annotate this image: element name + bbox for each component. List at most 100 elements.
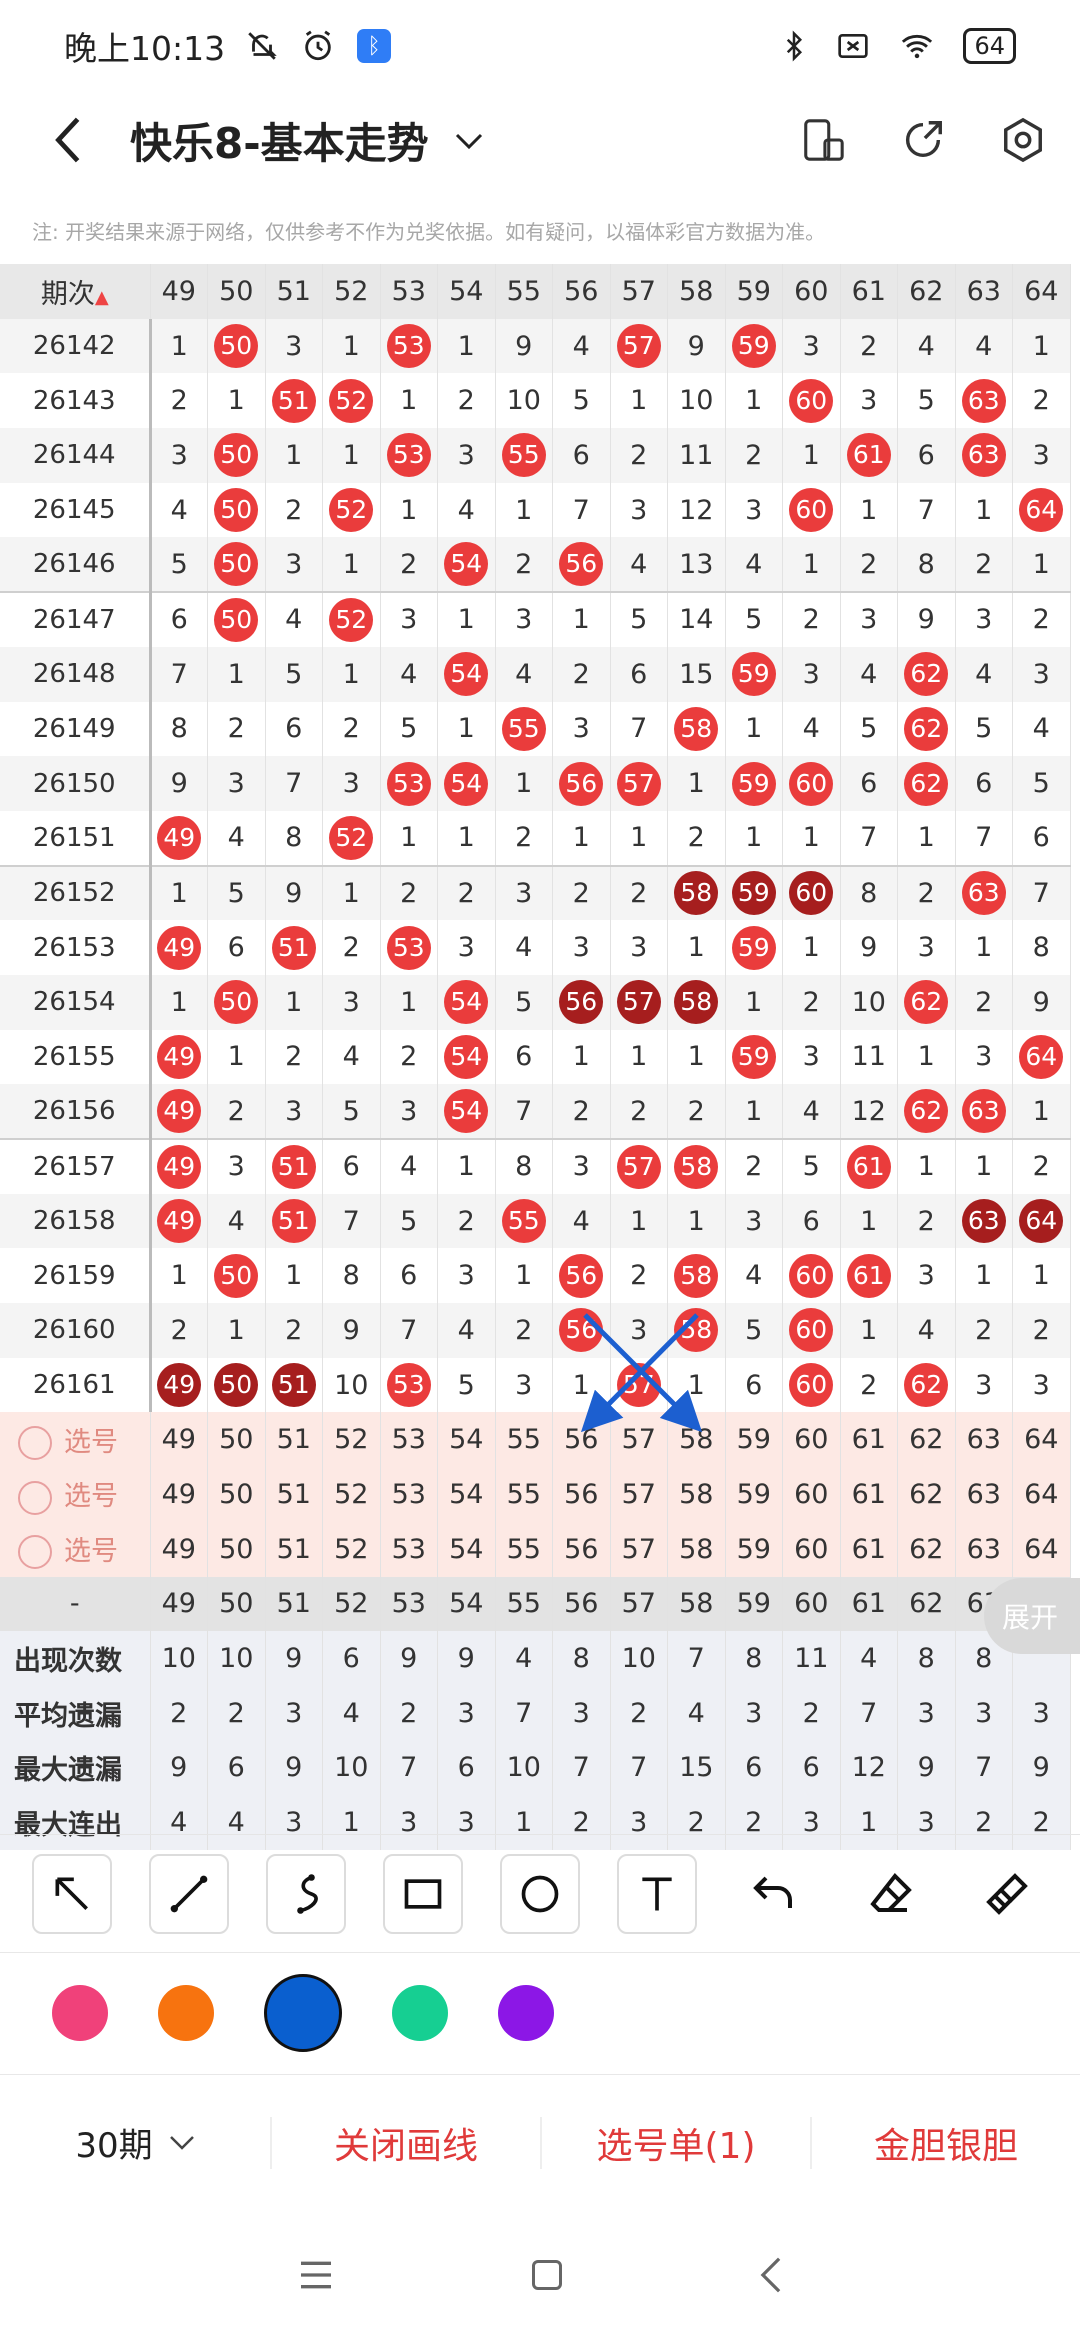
hit-ball: 50 — [214, 488, 259, 533]
select-number-cell[interactable]: 49 — [150, 1412, 208, 1468]
number-cell: 2 — [265, 1303, 323, 1358]
number-cell: 3 — [610, 1303, 668, 1358]
select-number-cell[interactable]: 55 — [495, 1412, 553, 1468]
share-icon[interactable] — [900, 117, 946, 163]
number-cell: 3 — [380, 591, 438, 647]
select-row-label[interactable]: 选号 — [0, 1467, 151, 1522]
number-cell: 11 — [667, 428, 726, 483]
period-header[interactable]: 期次▲ — [0, 264, 151, 319]
expand-button[interactable]: 展开 — [984, 1578, 1080, 1654]
select-number-cell[interactable]: 52 — [322, 1467, 381, 1522]
table-row: 26161 49 50 51 10 53 5 3 1 57 1 6 60 2 62 3 3 — [0, 1357, 1071, 1413]
select-number-cell[interactable]: 56 — [552, 1467, 611, 1522]
select-number-cell[interactable]: 55 — [495, 1467, 553, 1522]
select-number-cell[interactable]: 62 — [897, 1467, 956, 1522]
select-number-cell[interactable]: 55 — [495, 1521, 553, 1577]
tool-circle[interactable] — [499, 1853, 580, 1934]
settings-icon[interactable] — [1000, 117, 1046, 163]
number-cell: 1 — [667, 1193, 726, 1249]
color-purple[interactable] — [498, 1984, 554, 2041]
select-number-cell[interactable]: 54 — [437, 1521, 496, 1577]
select-number-cell[interactable]: 59 — [725, 1521, 783, 1577]
color-orange[interactable] — [158, 1984, 214, 2041]
tool-curve[interactable] — [266, 1853, 347, 1934]
tool-undo[interactable] — [734, 1854, 814, 1934]
select-number-cell[interactable]: 59 — [725, 1412, 783, 1468]
select-number-cell[interactable]: 61 — [840, 1521, 898, 1577]
select-number-cell[interactable]: 63 — [955, 1412, 1013, 1468]
stat-value: 6 — [322, 1631, 381, 1686]
page-title[interactable]: 快乐8-基本走势 — [130, 110, 429, 171]
hit-ball: 54 — [444, 761, 489, 806]
back-button[interactable] — [20, 92, 116, 188]
select-number-cell[interactable]: 53 — [380, 1412, 438, 1468]
select-number-cell[interactable]: 50 — [207, 1467, 266, 1522]
select-number-cell[interactable]: 51 — [265, 1467, 323, 1522]
select-number-cell[interactable]: 59 — [725, 1467, 783, 1522]
select-number-cell[interactable]: 50 — [207, 1412, 266, 1468]
select-number-cell[interactable]: 53 — [380, 1467, 438, 1522]
number-cell: 2 — [1012, 1138, 1071, 1194]
select-number-cell[interactable]: 64 — [1012, 1521, 1071, 1577]
tool-text[interactable] — [616, 1853, 697, 1934]
number-cell: 3 — [322, 756, 381, 811]
select-list-button[interactable]: 选号单(1) — [540, 2116, 810, 2169]
select-number-cell[interactable]: 57 — [610, 1412, 668, 1468]
radio-circle-icon[interactable] — [18, 1535, 52, 1570]
select-number-cell[interactable]: 54 — [437, 1412, 496, 1468]
rotate-screen-icon[interactable] — [800, 117, 846, 163]
select-number-cell[interactable]: 54 — [437, 1467, 496, 1522]
select-number-cell[interactable]: 49 — [150, 1521, 208, 1577]
select-number-cell[interactable]: 57 — [610, 1467, 668, 1522]
tool-rectangle[interactable] — [383, 1853, 464, 1934]
select-number-cell[interactable]: 50 — [207, 1521, 266, 1577]
select-number-cell[interactable]: 62 — [897, 1521, 956, 1577]
tool-eraser[interactable] — [851, 1854, 931, 1934]
select-number-cell[interactable]: 60 — [782, 1521, 841, 1577]
select-row-label[interactable]: 选号 — [0, 1412, 151, 1468]
select-number-cell[interactable]: 52 — [322, 1521, 381, 1577]
select-number-cell[interactable]: 61 — [840, 1467, 898, 1522]
hit-ball: 56 — [559, 1253, 604, 1298]
color-pink[interactable] — [52, 1984, 108, 2041]
axis-number: 51 — [265, 1576, 323, 1632]
select-number-cell[interactable]: 49 — [150, 1467, 208, 1522]
chevron-down-icon[interactable] — [455, 123, 483, 158]
select-number-cell[interactable]: 64 — [1012, 1467, 1071, 1522]
select-number-cell[interactable]: 61 — [840, 1412, 898, 1468]
select-number-cell[interactable]: 60 — [782, 1412, 841, 1468]
select-number-cell[interactable]: 58 — [667, 1412, 726, 1468]
gold-silver-button[interactable]: 金胆银胆 — [810, 2116, 1080, 2169]
period-selector[interactable]: 30期 — [0, 2118, 270, 2167]
select-number-cell[interactable]: 63 — [955, 1467, 1013, 1522]
select-number-cell[interactable]: 52 — [322, 1412, 381, 1468]
home-square-icon[interactable] — [529, 2257, 565, 2293]
radio-circle-icon[interactable] — [18, 1480, 52, 1515]
select-number-cell[interactable]: 51 — [265, 1521, 323, 1577]
select-row-label[interactable]: 选号 — [0, 1521, 151, 1577]
number-cell: 3 — [840, 591, 898, 647]
select-number-cell[interactable]: 58 — [667, 1467, 726, 1522]
select-number-cell[interactable]: 56 — [552, 1412, 611, 1468]
select-number-cell[interactable]: 64 — [1012, 1412, 1071, 1468]
menu-icon[interactable] — [296, 2258, 336, 2292]
tool-clear[interactable] — [967, 1854, 1047, 1934]
hit-ball: 52 — [329, 815, 374, 860]
tool-arrow[interactable] — [32, 1853, 113, 1934]
color-green[interactable] — [392, 1984, 448, 2041]
select-number-cell[interactable]: 58 — [667, 1521, 726, 1577]
stat-value: 10 — [150, 1631, 208, 1686]
nav-back-icon[interactable] — [758, 2255, 784, 2295]
select-number-cell[interactable]: 60 — [782, 1467, 841, 1522]
select-number-cell[interactable]: 62 — [897, 1412, 956, 1468]
select-number-cell[interactable]: 63 — [955, 1521, 1013, 1577]
select-number-cell[interactable]: 53 — [380, 1521, 438, 1577]
radio-circle-icon[interactable] — [18, 1426, 52, 1461]
number-cell: 14 — [667, 591, 726, 647]
select-number-cell[interactable]: 51 — [265, 1412, 323, 1468]
close-line-button[interactable]: 关闭画线 — [270, 2116, 540, 2169]
tool-line[interactable] — [149, 1853, 230, 1934]
color-blue[interactable] — [264, 1973, 342, 2052]
select-number-cell[interactable]: 56 — [552, 1521, 611, 1577]
select-number-cell[interactable]: 57 — [610, 1521, 668, 1577]
